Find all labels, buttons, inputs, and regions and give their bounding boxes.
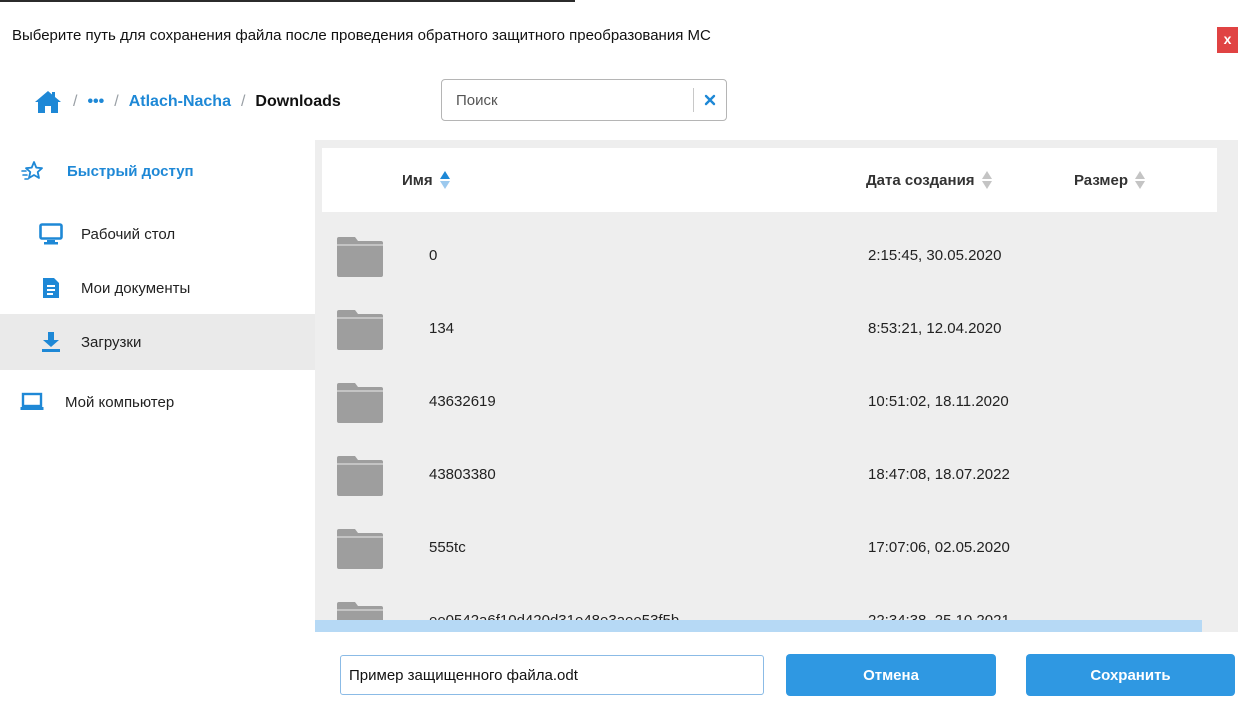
breadcrumb-more[interactable]: ••• [87,93,104,111]
column-header-label: Имя [402,171,433,189]
column-header-label: Дата создания [866,171,975,189]
sort-icon [1135,171,1146,189]
table-row[interactable]: ee0542a6f10d420d31e48e3aee53f5b 22:34:38… [322,585,1217,620]
dialog-title: Выберите путь для сохранения файла после… [12,27,711,44]
table-row[interactable]: 43803380 18:47:08, 18.07.2022 [322,439,1217,511]
column-header-size[interactable]: Размер [1074,148,1146,212]
sidebar-item-my-documents[interactable]: Мои документы [0,260,315,316]
folder-icon [337,383,383,423]
home-icon[interactable] [33,87,63,117]
download-icon [39,330,63,354]
filename-input[interactable] [340,655,764,695]
breadcrumb-item-atlach-nacha[interactable]: Atlach-Nacha [129,93,231,111]
sort-icon [439,171,450,189]
table-header: Имя Дата создания Размер [322,148,1217,212]
sidebar-item-downloads[interactable]: Загрузки [0,314,315,370]
desktop-icon [37,222,65,246]
file-date: 8:53:21, 12.04.2020 [868,320,1002,337]
search-clear-button[interactable] [694,81,726,119]
star-icon [20,159,44,183]
file-date: 17:07:06, 02.05.2020 [868,539,1010,556]
folder-icon [337,310,383,350]
breadcrumb-current-downloads: Downloads [255,93,341,110]
horizontal-scrollbar[interactable] [315,620,1202,632]
file-name: 134 [429,320,455,337]
table-row[interactable]: 0 2:15:45, 30.05.2020 [322,220,1217,292]
file-date: 18:47:08, 18.07.2022 [868,466,1010,483]
sidebar-item-label: Рабочий стол [81,225,176,243]
file-list: 0 2:15:45, 30.05.2020 134 8:53:21, 12.04… [322,220,1217,620]
sidebar-item-desktop[interactable]: Рабочий стол [0,206,315,262]
laptop-icon [18,390,46,414]
sidebar-item-label: Мои документы [81,279,191,297]
search-box [441,79,727,121]
sort-icon [981,171,992,189]
breadcrumb-separator: / [73,93,78,110]
sidebar-item-label: Загрузки [81,333,142,351]
column-header-label: Размер [1074,171,1129,189]
file-date: 22:34:38, 25.10.2021 [868,612,1010,620]
sidebar-item-quick-access[interactable]: Быстрый доступ [0,143,315,199]
cancel-button[interactable]: Отмена [786,654,996,696]
file-name: 0 [429,247,438,264]
close-icon [704,94,716,106]
sidebar-item-label: Мой компьютер [65,393,175,411]
file-name: 555tc [429,539,466,556]
file-name: ee0542a6f10d420d31e48e3aee53f5b [429,612,679,620]
breadcrumb-separator: / [114,93,119,110]
file-name: 43803380 [429,466,496,483]
file-name: 43632619 [429,393,496,410]
folder-icon [337,602,383,620]
column-header-date[interactable]: Дата создания [866,148,992,212]
table-row[interactable]: 134 8:53:21, 12.04.2020 [322,293,1217,365]
folder-icon [337,456,383,496]
table-row[interactable]: 43632619 10:51:02, 18.11.2020 [322,366,1217,438]
file-date: 10:51:02, 18.11.2020 [868,393,1009,410]
folder-icon [337,237,383,277]
save-button[interactable]: Сохранить [1026,654,1235,696]
close-button[interactable]: x [1217,27,1238,53]
breadcrumb-separator: / [240,93,246,110]
file-date: 2:15:45, 30.05.2020 [868,247,1002,264]
search-input[interactable] [442,81,693,119]
sidebar-item-my-computer[interactable]: Мой компьютер [0,374,315,430]
table-row[interactable]: 555tc 17:07:06, 02.05.2020 [322,512,1217,584]
sidebar-item-label: Быстрый доступ [67,162,194,180]
folder-icon [337,529,383,569]
breadcrumb: / ••• / Atlach-Nacha / Downloads [33,82,341,122]
window-top-border [0,0,575,2]
document-icon [40,276,62,300]
column-header-name[interactable]: Имя [402,148,450,212]
